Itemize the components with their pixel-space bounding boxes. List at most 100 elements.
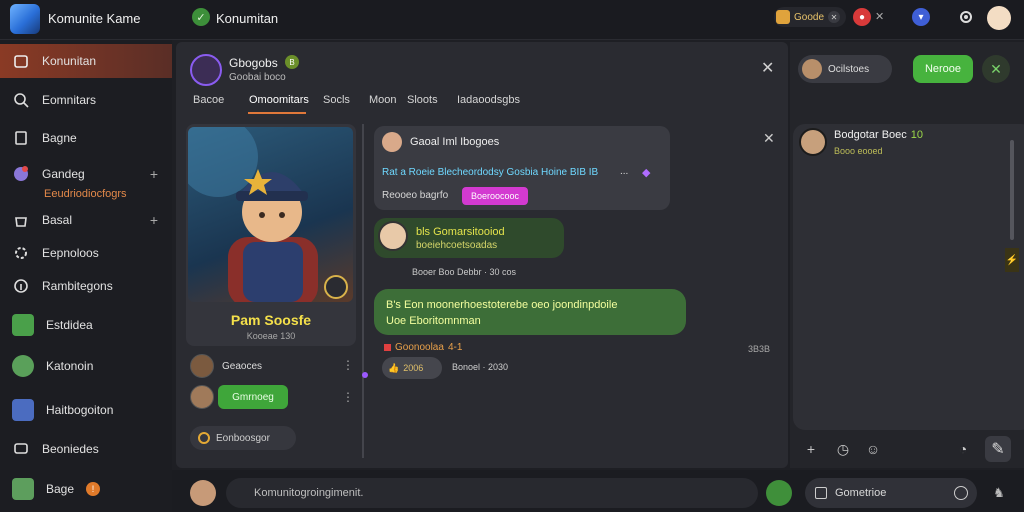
app-title: Komunite Kame [48,11,141,26]
sidebar-item-friend-3[interactable]: Haitbogoiton [0,393,172,427]
sidebar-item-messages[interactable]: Beoniedes [0,432,172,466]
clock-icon[interactable]: ◷ [834,440,852,458]
gold-icon [776,10,790,24]
timer-icon[interactable]: ◔ [954,440,972,458]
search-label: Gometrioe [835,487,887,499]
member-row[interactable] [190,385,214,409]
cog-icon [12,244,30,262]
tab-moon[interactable]: Moon [369,94,397,106]
sidebar-item-profile[interactable]: Bage ! [0,472,172,506]
more-icon[interactable]: ⋮ [342,358,354,372]
shield-icon[interactable]: ▾ [912,8,930,26]
sidebar-item-pages[interactable]: Bagne [0,121,172,155]
emoji-icon[interactable]: ☺ [864,440,882,458]
dismiss-icon[interactable]: ✕ [875,10,884,23]
reaction-row[interactable]: Goonoolaa 4-1 [384,342,462,353]
sidebar-item-label: Bage [46,482,75,496]
sidebar-item-social[interactable]: Basal + [0,203,172,237]
sidebar-item-label: Beoniedes [42,442,99,456]
tab-socials[interactable]: Socls [323,94,350,106]
sidebar-item-friend-1[interactable]: Estdidea [0,308,172,342]
notification-icon: ! [86,482,101,496]
bell-icon[interactable]: ♞ [986,480,1012,506]
avatar [190,385,214,409]
channel-title: Konumitan [216,11,279,26]
sidebar-item-games[interactable]: Gandeg + [0,157,172,191]
pin-icon[interactable]: ✎ [985,436,1011,462]
home-icon [12,52,30,70]
square-icon [815,487,827,499]
avatar[interactable] [382,132,402,152]
sidebar-sub-label[interactable]: Eeudriodiocfogrs [44,188,127,200]
avatar [12,355,34,377]
reaction-label: Goonoolaa [395,342,444,353]
gear-icon[interactable] [958,9,974,25]
message-text: boeiehcoetsoadas [416,240,498,251]
close-small-icon[interactable]: ✕ [828,11,841,23]
sidebar-item-label: Bagne [42,131,77,145]
message-input[interactable]: Komunitogroingimenit. [226,478,758,508]
profile-avatar[interactable] [987,6,1011,30]
avatar [190,354,214,378]
avatar [12,314,34,336]
sidebar-item-label: Haitbogoiton [46,403,114,417]
close-icon[interactable]: ✕ [982,55,1010,83]
heart-icon[interactable]: ◆ [642,166,650,179]
send-avatar[interactable] [766,480,792,506]
sidebar-item-label: Gandeg [42,167,85,181]
member-row[interactable]: Geaoces [190,354,262,378]
join-button[interactable]: Nerooe [913,55,973,83]
tab-slots[interactable]: Sloots [407,94,438,106]
tab-home[interactable]: Bacoe [193,94,224,106]
sidebar-item-home[interactable]: Konunitan [0,44,172,78]
reaction-pill[interactable]: 👍 2006 [382,357,442,379]
scrollbar[interactable] [1010,140,1014,240]
tag-badge[interactable]: Boeroocooc [462,187,528,205]
unread-marker [362,372,368,378]
sidebar-item-friend-2[interactable]: Katonoin [0,349,172,383]
add-icon[interactable]: + [802,440,820,458]
profile-badge: 10 [910,129,924,141]
file-icon [12,129,30,147]
message-meta: Booer Boo Debbr · 30 cos [412,267,517,277]
channel-avatar[interactable] [190,54,222,86]
sidebar-item-label: Basal [42,213,73,227]
tab-indicator [248,112,306,114]
participant-search[interactable]: Ocilstoes [798,55,892,83]
sidebar-item-label: Estdidea [46,318,93,332]
invite-button[interactable]: Eonboosgor [190,426,296,450]
sidebar-item-settings[interactable]: Eepnoloos [0,236,172,270]
expand-icon[interactable]: + [150,166,158,182]
close-icon[interactable]: ✕ [761,58,774,78]
tab-community[interactable]: Omoomitars [249,94,309,106]
message-text: bls Gomarsitooiod [416,226,505,238]
expand-icon[interactable]: + [150,212,158,228]
tab-leaderboards[interactable]: Iadaoodsgbs [457,94,520,106]
profile-name-row: Bodgotar Boec 10 [834,129,923,141]
avatar[interactable] [378,221,408,251]
bolt-icon[interactable]: ⚡ [1005,248,1019,272]
message-bubble[interactable] [374,289,686,335]
message-title: Gaoal Iml Ibogoes [410,136,500,148]
sidebar-item-label: Katonoin [46,359,94,373]
sidebar-item-search[interactable]: Eomnitars [0,83,172,117]
close-icon[interactable]: ✕ [763,130,775,147]
status-pill[interactable]: Goode ✕ [774,7,847,27]
alert-icon[interactable]: ● [853,8,871,26]
sidebar-item-info[interactable]: Rambitegons [0,269,172,303]
more-icon[interactable]: ⋮ [342,390,354,404]
timestamp: 3B3B [748,344,771,354]
sidebar-item-label: Konunitan [42,54,97,68]
search-icon[interactable] [954,486,968,500]
search-input[interactable]: Gometrioe [805,478,977,508]
hero-level: Kooeae 130 [246,331,296,341]
divider [362,124,364,458]
thumbs-up-icon: 👍 [388,362,400,373]
message-text: Uoe Eboritomnman [386,315,481,327]
avatar[interactable] [799,128,827,156]
member-action-button[interactable]: Gmrnoeg [218,385,288,409]
app-logo[interactable] [10,4,40,34]
message-text: B's Eon moonerhoestoterebe oeo joondinpd… [386,299,618,311]
avatar[interactable] [190,480,216,506]
search-icon [12,91,30,109]
